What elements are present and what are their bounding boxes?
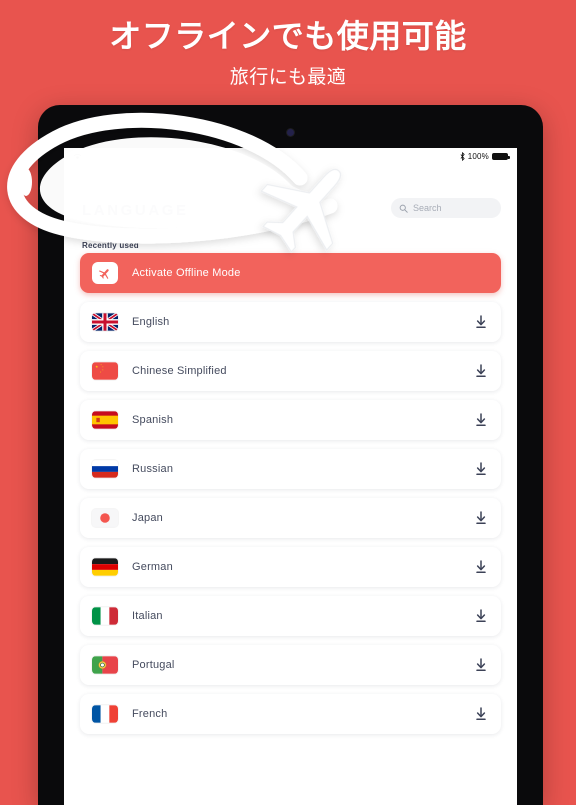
list-item[interactable]: German	[80, 547, 501, 587]
flag-japan-icon	[92, 509, 118, 527]
promo-title: オフラインでも使用可能	[109, 18, 467, 54]
flag-france-icon	[92, 705, 118, 723]
language-label: English	[132, 316, 170, 328]
status-right: 100%	[460, 151, 510, 161]
language-list: Activate Offline Mode English Chinese Si…	[64, 253, 517, 743]
download-icon[interactable]	[475, 707, 487, 721]
airplane-icon	[92, 262, 118, 284]
bluetooth-icon	[460, 151, 465, 161]
language-label: German	[132, 561, 173, 573]
list-item[interactable]: English	[80, 302, 501, 342]
search-icon	[399, 204, 408, 213]
search-input[interactable]: Search	[391, 198, 501, 218]
flag-uk-icon	[92, 313, 118, 331]
download-icon[interactable]	[475, 413, 487, 427]
list-item[interactable]: Spanish	[80, 400, 501, 440]
app-header: LANGUAGE Search	[64, 164, 517, 240]
flag-italy-icon	[92, 607, 118, 625]
download-icon[interactable]	[475, 511, 487, 525]
promo-header: オフラインでも使用可能 旅行にも最適	[0, 0, 576, 89]
download-icon[interactable]	[475, 560, 487, 574]
language-label: Chinese Simplified	[132, 365, 227, 377]
list-item[interactable]: Russian	[80, 449, 501, 489]
search-placeholder: Search	[413, 203, 442, 213]
activate-offline-mode-button[interactable]: Activate Offline Mode	[80, 253, 501, 293]
list-item[interactable]: Italian	[80, 596, 501, 636]
tablet-device-frame: 100% LANGUAGE Search Recently used Activ…	[38, 105, 543, 805]
offline-mode-label: Activate Offline Mode	[132, 267, 241, 279]
flag-spain-icon	[92, 411, 118, 429]
list-item[interactable]: Chinese Simplified	[80, 351, 501, 391]
download-icon[interactable]	[475, 658, 487, 672]
promo-subtitle: 旅行にも最適	[229, 66, 347, 88]
language-label: Italian	[132, 610, 163, 622]
battery-full-icon	[492, 152, 510, 160]
battery-percent-label: 100%	[467, 151, 489, 161]
flag-portugal-icon	[92, 656, 118, 674]
language-label: French	[132, 708, 168, 720]
flag-china-icon	[92, 362, 118, 380]
wifi-icon	[73, 154, 82, 160]
language-label: Russian	[132, 463, 174, 475]
list-item[interactable]: French	[80, 694, 501, 734]
tablet-screen: 100% LANGUAGE Search Recently used Activ…	[64, 148, 517, 805]
download-icon[interactable]	[475, 315, 487, 329]
language-label: Spanish	[132, 414, 174, 426]
front-camera-icon	[287, 129, 294, 136]
status-left	[73, 152, 82, 160]
list-item[interactable]: Portugal	[80, 645, 501, 685]
section-label-recently-used: Recently used	[82, 241, 139, 250]
download-icon[interactable]	[475, 609, 487, 623]
flag-russia-icon	[92, 460, 118, 478]
language-label: Japan	[132, 512, 163, 524]
download-icon[interactable]	[475, 364, 487, 378]
flag-germany-icon	[92, 558, 118, 576]
language-label: Portugal	[132, 659, 175, 671]
ios-status-bar: 100%	[64, 148, 517, 164]
list-item[interactable]: Japan	[80, 498, 501, 538]
download-icon[interactable]	[475, 462, 487, 476]
page-title: LANGUAGE	[82, 202, 189, 219]
